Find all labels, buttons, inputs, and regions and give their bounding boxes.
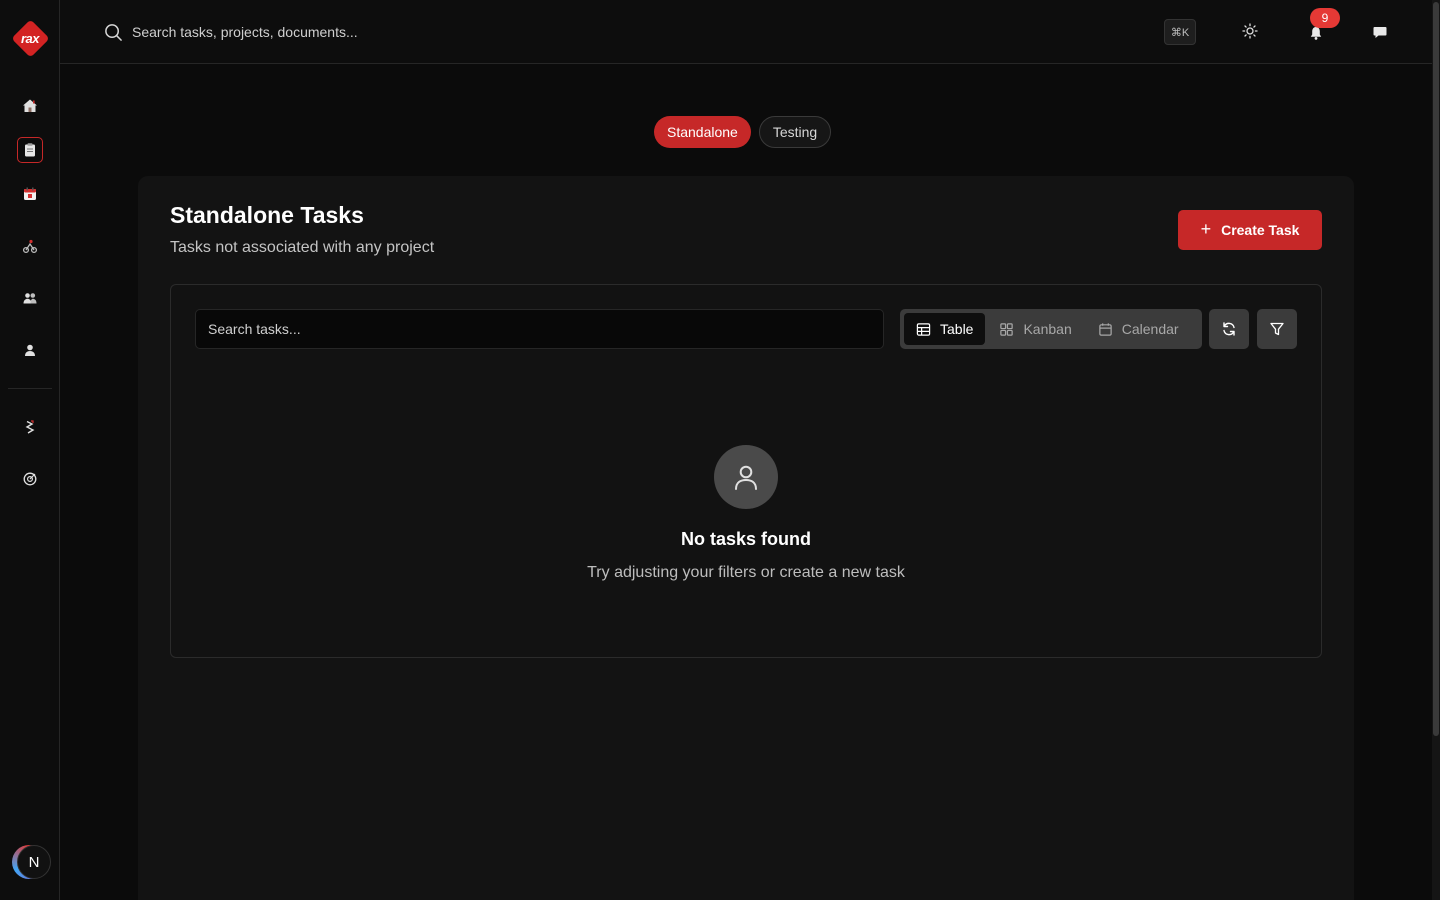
view-kanban-button[interactable]: Kanban	[987, 313, 1083, 345]
notification-count-badge: 9	[1310, 8, 1340, 28]
empty-state-message: Try adjusting your filters or create a n…	[587, 564, 905, 581]
topbar: Search tasks, projects, documents... ⌘K …	[60, 0, 1440, 64]
page-scrollbar[interactable]	[1432, 0, 1440, 900]
workflow-icon	[22, 239, 38, 254]
page-title: Standalone Tasks	[170, 202, 364, 228]
filter-icon	[1270, 322, 1284, 336]
filter-button[interactable]	[1257, 309, 1297, 349]
sidebar-item-workflow[interactable]	[17, 233, 43, 259]
view-calendar-button[interactable]: Calendar	[1086, 313, 1191, 345]
avatar-initial: N	[17, 845, 51, 879]
view-kanban-label: Kanban	[1023, 321, 1072, 337]
brand-logo[interactable]: rax	[10, 18, 50, 58]
goal-icon	[23, 472, 37, 486]
sun-icon	[1242, 23, 1258, 39]
view-switcher: Table Kanban Calendar	[900, 309, 1202, 349]
home-icon	[23, 99, 37, 112]
integration-icon	[25, 420, 35, 434]
tab-standalone[interactable]: Standalone	[654, 116, 751, 148]
tab-testing[interactable]: Testing	[758, 116, 832, 148]
tasks-card: Standalone Tasks Tasks not associated wi…	[138, 176, 1354, 900]
keyboard-shortcut-badge: ⌘K	[1164, 19, 1196, 45]
sidebar-item-home[interactable]	[17, 93, 43, 119]
calendar-icon	[1099, 322, 1112, 336]
view-calendar-label: Calendar	[1121, 321, 1179, 337]
chat-icon	[1373, 27, 1387, 38]
view-table-button[interactable]: Table	[904, 313, 986, 345]
task-search-input[interactable]: Search tasks...	[195, 309, 884, 349]
theme-toggle-button[interactable]	[1239, 20, 1261, 42]
project-tabs: Standalone Testing	[654, 116, 832, 148]
messages-button[interactable]	[1369, 21, 1391, 43]
refresh-icon	[1223, 322, 1235, 336]
user-avatar[interactable]: N	[12, 843, 52, 881]
create-task-button[interactable]: + Create Task	[1178, 210, 1322, 250]
global-search[interactable]: Search tasks, projects, documents...	[104, 20, 358, 44]
team-icon	[23, 293, 37, 304]
sidebar: rax N	[0, 0, 60, 900]
clipboard-icon	[25, 143, 35, 157]
scrollbar-thumb[interactable]	[1433, 2, 1439, 736]
sidebar-item-profile[interactable]	[17, 337, 43, 363]
empty-state-user-icon	[714, 445, 778, 509]
table-icon	[916, 322, 931, 336]
user-outline-icon	[735, 465, 757, 490]
page-subtitle: Tasks not associated with any project	[170, 239, 435, 256]
calendar-icon	[24, 187, 36, 200]
logo-text: rax	[20, 30, 40, 46]
global-search-placeholder: Search tasks, projects, documents...	[132, 24, 358, 40]
sidebar-item-calendar[interactable]	[17, 181, 43, 207]
plus-icon: +	[1200, 219, 1212, 239]
search-icon	[105, 23, 122, 41]
sidebar-item-tasks[interactable]	[17, 137, 43, 163]
kanban-icon	[1000, 322, 1014, 336]
user-icon	[25, 344, 35, 356]
tasks-panel: Search tasks... Table Kanban Calendar No…	[170, 284, 1322, 658]
empty-state-title: No tasks found	[680, 529, 811, 549]
view-table-label: Table	[940, 321, 974, 337]
sidebar-item-goals[interactable]	[17, 466, 43, 492]
refresh-button[interactable]	[1209, 309, 1249, 349]
sidebar-item-team[interactable]	[17, 285, 43, 311]
sidebar-item-integrations[interactable]	[17, 414, 43, 440]
create-task-label: Create Task	[1221, 222, 1300, 238]
sidebar-divider	[8, 388, 52, 389]
task-search-placeholder: Search tasks...	[208, 321, 301, 337]
